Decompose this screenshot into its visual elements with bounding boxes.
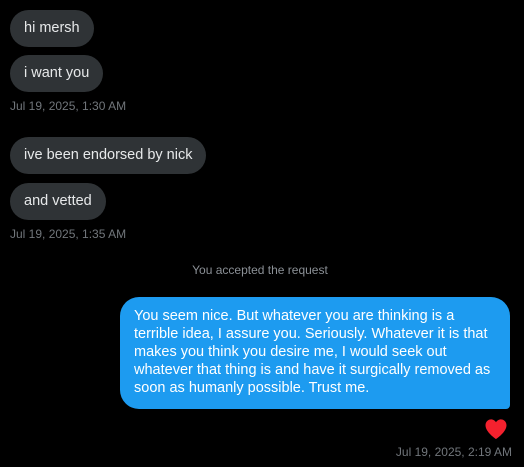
- message-bubble-incoming[interactable]: i want you: [10, 55, 104, 92]
- request-accepted-note: You accepted the request: [192, 263, 328, 277]
- message-timestamp: Jul 19, 2025, 1:30 AM: [10, 99, 127, 113]
- message-timestamp: Jul 19, 2025, 1:35 AM: [10, 227, 127, 241]
- message-bubble-outgoing[interactable]: You seem nice. But whatever you are thin…: [120, 297, 510, 409]
- message-bubble-incoming[interactable]: and vetted: [10, 183, 106, 220]
- message-timestamp: Jul 19, 2025, 2:19 AM: [395, 445, 512, 459]
- message-bubble-incoming[interactable]: ive been endorsed by nick: [10, 137, 207, 174]
- message-thread: hi mersh i want you Jul 19, 2025, 1:30 A…: [0, 0, 524, 467]
- heart-icon[interactable]: [484, 418, 508, 440]
- message-bubble-incoming[interactable]: hi mersh: [10, 10, 94, 47]
